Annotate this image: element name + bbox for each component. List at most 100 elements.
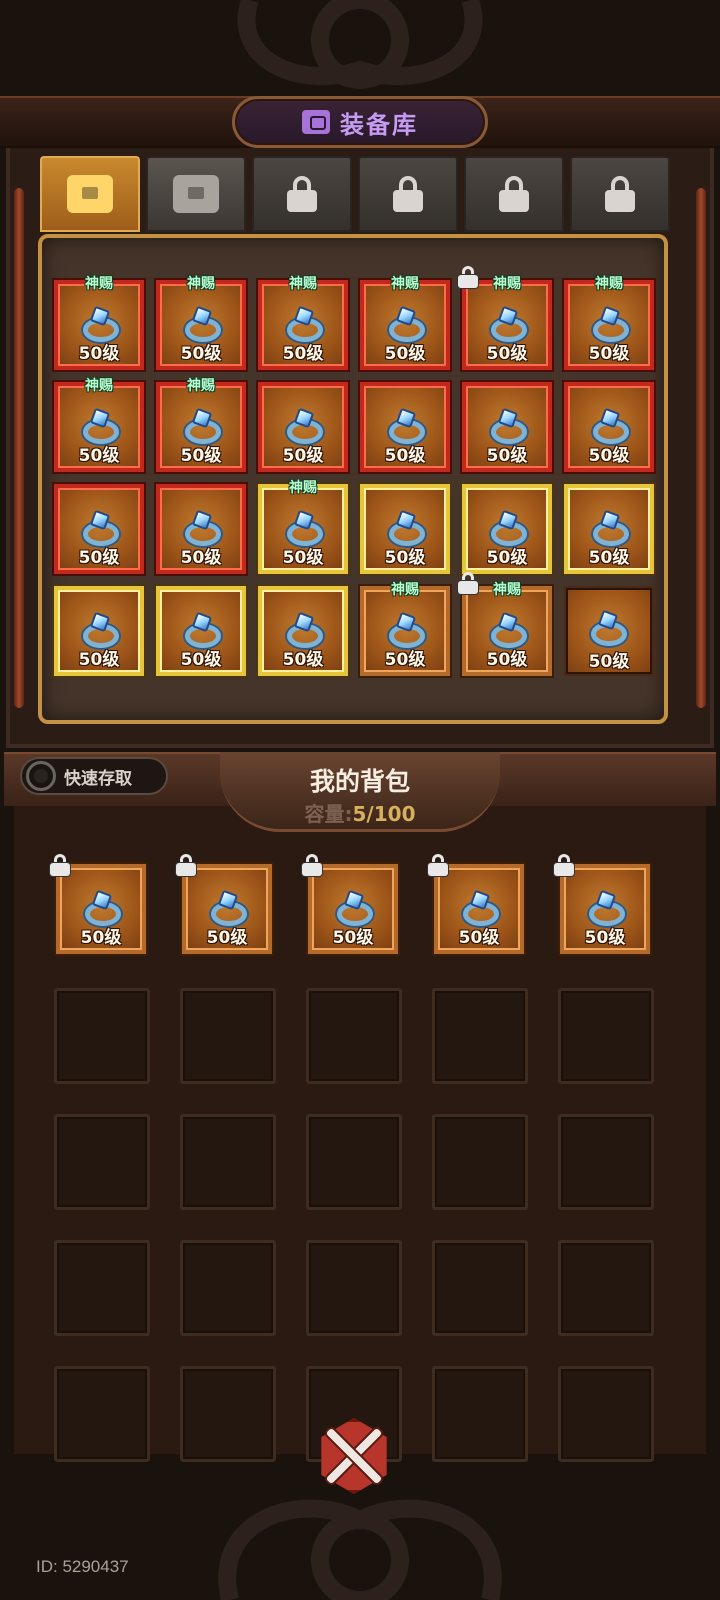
item-slot[interactable]: 50级 xyxy=(258,586,348,676)
lock-body xyxy=(428,863,448,876)
item-level: 50级 xyxy=(78,344,120,364)
item-level: 50级 xyxy=(282,344,324,364)
empty-backpack-slot[interactable] xyxy=(54,1366,150,1462)
item-slot[interactable]: 50级 神赐 xyxy=(156,378,246,472)
backpack-capacity: 容量:5/100 xyxy=(220,798,500,827)
item-level: 50级 xyxy=(384,446,426,466)
quick-access-toggle-icon[interactable] xyxy=(26,761,56,791)
storage-tab-2[interactable] xyxy=(146,156,246,232)
empty-backpack-slot[interactable] xyxy=(558,1114,654,1210)
empty-backpack-slot[interactable] xyxy=(180,1366,276,1462)
lock-icon xyxy=(605,176,635,212)
empty-backpack-slot[interactable] xyxy=(306,1240,402,1336)
chest-icon xyxy=(173,175,219,213)
storage-tab-5[interactable] xyxy=(464,156,564,232)
item-slot[interactable]: 50级 神赐 xyxy=(54,276,144,370)
empty-backpack-slot[interactable] xyxy=(306,1114,402,1210)
item-level: 50级 xyxy=(384,344,426,364)
empty-backpack-slot[interactable] xyxy=(180,1114,276,1210)
capacity-label: 容量: xyxy=(304,802,353,826)
lock-body xyxy=(176,863,196,876)
storage-tabs xyxy=(40,156,680,232)
item-slot[interactable]: 50级 神赐 xyxy=(258,480,348,574)
storage-tab-6[interactable] xyxy=(570,156,670,232)
item-level: 50级 xyxy=(78,650,120,670)
item-level: 50级 xyxy=(458,928,500,948)
chest-icon xyxy=(67,175,113,213)
item-slot[interactable]: 50级 神赐 xyxy=(564,276,654,370)
item-level: 50级 xyxy=(282,650,324,670)
frame-rail-left xyxy=(14,188,24,708)
item-slot[interactable]: 50级 神赐 xyxy=(360,582,450,676)
item-level: 50级 xyxy=(282,548,324,568)
item-slot[interactable]: 50级 xyxy=(308,864,398,954)
frame-rail-right xyxy=(696,188,706,708)
item-slot[interactable]: 50级 xyxy=(54,586,144,676)
item-slot[interactable]: 50级 xyxy=(258,382,348,472)
item-slot[interactable]: 50级 xyxy=(360,484,450,574)
empty-backpack-slot[interactable] xyxy=(306,988,402,1084)
lock-body xyxy=(458,581,478,594)
lock-body xyxy=(287,190,317,212)
item-slot[interactable]: 50级 xyxy=(462,382,552,472)
item-slot[interactable]: 50级 神赐 xyxy=(462,582,552,676)
empty-backpack-slot[interactable] xyxy=(558,988,654,1084)
storage-icon xyxy=(302,110,330,134)
item-slot[interactable]: 50级 神赐 xyxy=(54,378,144,472)
item-slot[interactable]: 50级 神赐 xyxy=(156,276,246,370)
item-slot[interactable]: 50级 神赐 xyxy=(462,276,552,370)
storage-tab-3[interactable] xyxy=(252,156,352,232)
item-slot[interactable]: 50级 神赐 xyxy=(258,276,348,370)
item-slot[interactable]: 50级 xyxy=(434,864,524,954)
lock-body xyxy=(458,275,478,288)
item-slot[interactable]: 50级 xyxy=(56,864,146,954)
item-slot[interactable]: 50级 xyxy=(462,484,552,574)
item-level: 50级 xyxy=(180,650,222,670)
empty-backpack-slot[interactable] xyxy=(432,1240,528,1336)
item-slot[interactable]: 50级 xyxy=(360,382,450,472)
lock-body xyxy=(50,863,70,876)
empty-backpack-slot[interactable] xyxy=(432,1114,528,1210)
item-slot[interactable]: 50级 神赐 xyxy=(360,276,450,370)
item-slot[interactable]: 50级 xyxy=(564,586,654,676)
empty-backpack-slot[interactable] xyxy=(180,1240,276,1336)
user-id: ID: 5290437 xyxy=(36,1557,129,1576)
storage-tab-1[interactable] xyxy=(40,156,140,232)
item-level: 50级 xyxy=(588,344,630,364)
item-slot[interactable]: 50级 xyxy=(156,484,246,574)
empty-backpack-slot[interactable] xyxy=(54,1240,150,1336)
item-slot[interactable]: 50级 xyxy=(54,484,144,574)
empty-backpack-slot[interactable] xyxy=(432,1366,528,1462)
close-button[interactable] xyxy=(308,1410,400,1502)
item-slot[interactable]: 50级 xyxy=(564,484,654,574)
divine-tag: 神赐 xyxy=(595,276,623,292)
empty-backpack-slot[interactable] xyxy=(180,988,276,1084)
item-slot[interactable]: 50级 xyxy=(182,864,272,954)
lock-icon xyxy=(499,176,529,212)
empty-backpack-slot[interactable] xyxy=(432,988,528,1084)
item-level: 50级 xyxy=(584,928,626,948)
item-level: 50级 xyxy=(180,548,222,568)
lock-icon xyxy=(393,176,423,212)
storage-tab-4[interactable] xyxy=(358,156,458,232)
item-level: 50级 xyxy=(486,650,528,670)
empty-backpack-slot[interactable] xyxy=(54,1114,150,1210)
item-level: 50级 xyxy=(180,446,222,466)
empty-backpack-slot[interactable] xyxy=(558,1240,654,1336)
empty-backpack-slot[interactable] xyxy=(558,1366,654,1462)
empty-backpack-slot[interactable] xyxy=(54,988,150,1084)
divine-tag: 神赐 xyxy=(493,276,521,292)
lock-icon xyxy=(287,176,317,212)
lock-icon xyxy=(554,854,574,876)
quick-access-button[interactable]: 快速存取 xyxy=(20,757,168,795)
item-slot[interactable]: 50级 xyxy=(560,864,650,954)
backpack-title: 我的背包 xyxy=(309,767,410,796)
item-level: 50级 xyxy=(486,446,528,466)
capacity-value: 5/100 xyxy=(352,802,416,826)
item-slot[interactable]: 50级 xyxy=(564,382,654,472)
storage-grid: 50级 神赐 50级 神赐 50级 神赐 50级 神赐 50级 神赐 50级 神赐 50级 神赐 50级 神赐… xyxy=(54,266,654,680)
lock-icon xyxy=(302,854,322,876)
divine-tag: 神赐 xyxy=(289,480,317,496)
divine-tag: 神赐 xyxy=(391,582,419,598)
item-slot[interactable]: 50级 xyxy=(156,586,246,676)
